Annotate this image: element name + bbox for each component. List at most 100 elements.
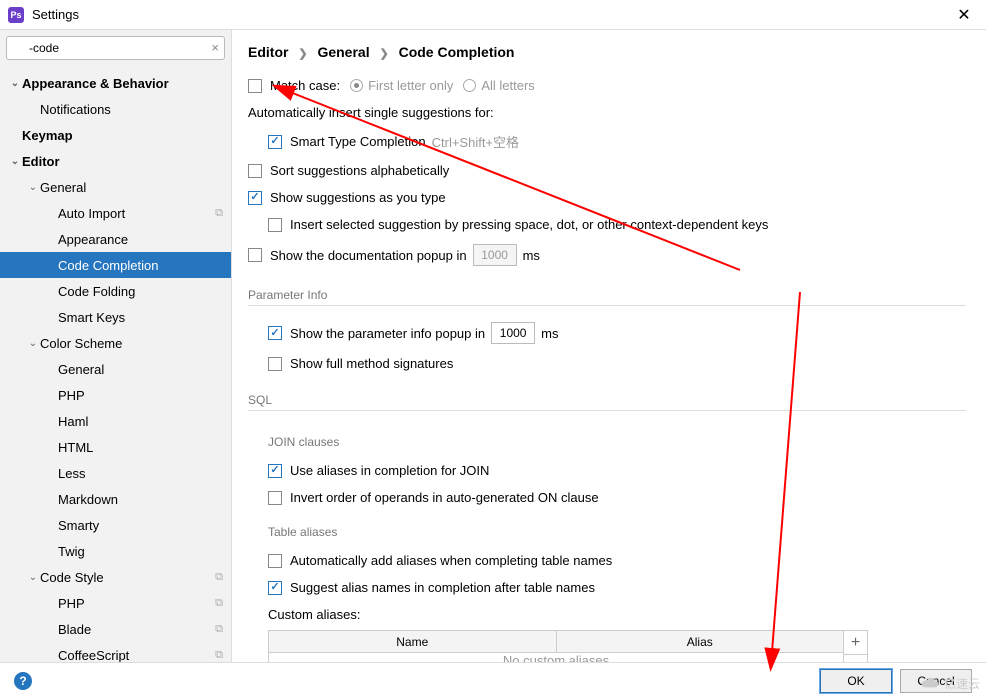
- expand-icon[interactable]: ⌄: [26, 338, 40, 349]
- param-popup-label-b: ms: [541, 326, 558, 341]
- tree-item-general[interactable]: ⌄General: [0, 174, 231, 200]
- param-popup-checkbox[interactable]: [268, 326, 282, 340]
- use-alias-join-row: Use aliases in completion for JOIN: [268, 463, 966, 478]
- alias-col-alias: Alias: [557, 631, 844, 652]
- scope-icon: ⧉: [215, 597, 223, 610]
- param-popup-input[interactable]: [491, 322, 535, 344]
- show-as-type-checkbox[interactable]: [248, 191, 262, 205]
- chevron-right-icon: ❯: [379, 48, 388, 60]
- tree-item-haml[interactable]: Haml: [0, 408, 231, 434]
- search-input[interactable]: [6, 36, 225, 60]
- suggest-alias-row: Suggest alias names in completion after …: [268, 580, 966, 595]
- tree-item-label: Editor: [22, 154, 223, 169]
- tree-item-markdown[interactable]: Markdown: [0, 486, 231, 512]
- tree-item-code-style[interactable]: ⌄Code Style⧉: [0, 564, 231, 590]
- auto-alias-checkbox[interactable]: [268, 554, 282, 568]
- tree-item-label: General: [58, 362, 223, 377]
- tree-item-label: Twig: [58, 544, 223, 559]
- doc-popup-label-b: ms: [523, 248, 540, 263]
- crumb-editor[interactable]: Editor: [248, 44, 288, 60]
- tree-item-php[interactable]: PHP: [0, 382, 231, 408]
- cancel-button[interactable]: Cancel: [900, 669, 972, 693]
- tree-item-php[interactable]: PHP⧉: [0, 590, 231, 616]
- sub-table-aliases: Table aliases: [268, 525, 966, 539]
- all-letters-label: All letters: [481, 78, 534, 93]
- tree-item-html[interactable]: HTML: [0, 434, 231, 460]
- all-letters-radio[interactable]: [463, 79, 476, 92]
- invert-on-checkbox[interactable]: [268, 491, 282, 505]
- tree-item-appearance[interactable]: Appearance: [0, 226, 231, 252]
- show-as-type-row: Show suggestions as you type: [248, 190, 966, 205]
- expand-icon[interactable]: ⌄: [26, 182, 40, 193]
- match-case-row: Match case: First letter only All letter…: [248, 78, 966, 93]
- expand-icon[interactable]: ⌄: [8, 78, 22, 89]
- doc-popup-label-a: Show the documentation popup in: [270, 248, 467, 263]
- tree-item-less[interactable]: Less: [0, 460, 231, 486]
- tree-item-label: Blade: [58, 622, 215, 637]
- tree-item-notifications[interactable]: Notifications: [0, 96, 231, 122]
- tree-item-blade[interactable]: Blade⧉: [0, 616, 231, 642]
- tree-item-smarty[interactable]: Smarty: [0, 512, 231, 538]
- tree-item-general[interactable]: General: [0, 356, 231, 382]
- settings-tree: ⌄Appearance & BehaviorNotifications Keyma…: [0, 66, 231, 662]
- tree-item-label: Auto Import: [58, 206, 215, 221]
- tree-item-color-scheme[interactable]: ⌄Color Scheme: [0, 330, 231, 356]
- chevron-right-icon: ❯: [298, 48, 307, 60]
- crumb-general[interactable]: General: [317, 44, 369, 60]
- invert-on-label: Invert order of operands in auto-generat…: [290, 490, 599, 505]
- tree-item-appearance-behavior[interactable]: ⌄Appearance & Behavior: [0, 70, 231, 96]
- tree-item-label: Haml: [58, 414, 223, 429]
- first-letter-radio[interactable]: [350, 79, 363, 92]
- doc-popup-input[interactable]: [473, 244, 517, 266]
- help-icon[interactable]: ?: [14, 672, 32, 690]
- insert-space-row: Insert selected suggestion by pressing s…: [268, 217, 966, 232]
- tree-item-keymap[interactable]: Keymap: [0, 122, 231, 148]
- first-letter-label: First letter only: [368, 78, 453, 93]
- alias-remove-button[interactable]: −: [844, 655, 867, 662]
- expand-icon[interactable]: ⌄: [26, 572, 40, 583]
- invert-on-row: Invert order of operands in auto-generat…: [268, 490, 966, 505]
- doc-popup-row: Show the documentation popup in ms: [248, 244, 966, 266]
- tree-item-label: Less: [58, 466, 223, 481]
- full-sig-checkbox[interactable]: [268, 357, 282, 371]
- expand-icon[interactable]: ⌄: [8, 156, 22, 167]
- ok-button[interactable]: OK: [820, 669, 892, 693]
- alias-table-header: Name Alias: [269, 631, 843, 653]
- suggest-alias-checkbox[interactable]: [268, 581, 282, 595]
- tree-item-label: Code Completion: [58, 258, 223, 273]
- tree-item-label: Keymap: [22, 128, 223, 143]
- tree-item-label: HTML: [58, 440, 223, 455]
- sort-alpha-row: Sort suggestions alphabetically: [248, 163, 966, 178]
- alias-add-button[interactable]: +: [844, 631, 867, 655]
- sort-alpha-checkbox[interactable]: [248, 164, 262, 178]
- tree-item-code-folding[interactable]: Code Folding: [0, 278, 231, 304]
- tree-item-smart-keys[interactable]: Smart Keys: [0, 304, 231, 330]
- insert-space-checkbox[interactable]: [268, 218, 282, 232]
- smart-type-checkbox[interactable]: [268, 135, 282, 149]
- full-sig-label: Show full method signatures: [290, 356, 453, 371]
- match-case-checkbox[interactable]: [248, 79, 262, 93]
- window-title: Settings: [32, 7, 950, 22]
- auto-insert-label-row: Automatically insert single suggestions …: [248, 105, 966, 120]
- tree-item-label: Code Folding: [58, 284, 223, 299]
- suggest-alias-label: Suggest alias names in completion after …: [290, 580, 595, 595]
- auto-alias-label: Automatically add aliases when completin…: [290, 553, 612, 568]
- tree-item-label: General: [40, 180, 223, 195]
- alias-table: Name Alias No custom aliases Add alias +…: [268, 630, 868, 662]
- custom-alias-label-row: Custom aliases:: [268, 607, 966, 622]
- use-alias-join-checkbox[interactable]: [268, 464, 282, 478]
- clear-search-icon[interactable]: ×: [211, 40, 219, 55]
- tree-item-editor[interactable]: ⌄Editor: [0, 148, 231, 174]
- doc-popup-checkbox[interactable]: [248, 248, 262, 262]
- param-popup-row: Show the parameter info popup in ms: [268, 322, 966, 344]
- smart-type-row: Smart Type Completion Ctrl+Shift+空格: [268, 132, 966, 151]
- close-icon[interactable]: ✕: [950, 5, 978, 25]
- sort-alpha-label: Sort suggestions alphabetically: [270, 163, 449, 178]
- tree-item-twig[interactable]: Twig: [0, 538, 231, 564]
- tree-item-label: PHP: [58, 388, 223, 403]
- tree-item-coffeescript[interactable]: CoffeeScript⧉: [0, 642, 231, 662]
- tree-item-auto-import[interactable]: Auto Import⧉: [0, 200, 231, 226]
- alias-empty-text: No custom aliases: [503, 653, 609, 662]
- tree-item-code-completion[interactable]: Code Completion: [0, 252, 231, 278]
- section-parameter-info: Parameter Info: [248, 288, 966, 306]
